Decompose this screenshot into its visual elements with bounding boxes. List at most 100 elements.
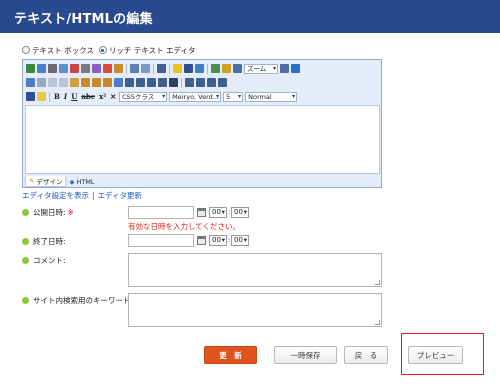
- flash-icon[interactable]: [233, 64, 242, 73]
- spellcheck-icon[interactable]: [59, 64, 68, 73]
- editor-mode-group: テキスト ボックス リッチ テキスト エディタ: [22, 44, 200, 56]
- justify-icon[interactable]: [158, 78, 167, 87]
- back-button[interactable]: 戻 る: [344, 346, 388, 364]
- toolbar-separator: [153, 63, 154, 74]
- highlight-color-icon[interactable]: [37, 92, 46, 101]
- toolbar-separator: [49, 91, 50, 102]
- outdent-icon[interactable]: [185, 78, 194, 87]
- paste-icon[interactable]: [70, 78, 79, 87]
- publish-hour-select[interactable]: 00: [209, 207, 227, 218]
- end-date-label-row: 終了日時:: [22, 236, 66, 247]
- tab-design[interactable]: ✎ デザイン: [25, 176, 67, 187]
- redo-icon[interactable]: [141, 64, 150, 73]
- font-color-icon[interactable]: [26, 92, 35, 101]
- page-title: テキスト/HTMLの編集: [14, 12, 153, 27]
- temp-save-button[interactable]: 一時保存: [274, 346, 337, 364]
- table-icon[interactable]: [157, 64, 166, 73]
- search-icon[interactable]: [26, 64, 35, 73]
- block-format-dropdown[interactable]: Normal: [245, 91, 298, 102]
- toolbar-separator: [207, 63, 208, 74]
- indent-icon[interactable]: [196, 78, 205, 87]
- dialog-title-bar: テキスト/HTMLの編集: [0, 0, 500, 33]
- italic-icon[interactable]: I: [64, 92, 67, 101]
- calendar-icon[interactable]: [197, 208, 206, 217]
- richtext-mode-radio[interactable]: [98, 46, 107, 54]
- underline-icon[interactable]: U: [71, 92, 77, 101]
- toolbar-row-1: ズーム: [25, 62, 301, 75]
- publish-date-label-row: 公開日時: ※: [22, 207, 74, 218]
- rich-text-editor: ズーム B I U abc x² ✕ CSSクラス Meiryo, Ve: [22, 59, 382, 188]
- time-separator: :: [228, 208, 231, 216]
- paste-word-icon[interactable]: [81, 78, 90, 87]
- align-left-icon[interactable]: [125, 78, 134, 87]
- help-icon[interactable]: [291, 64, 300, 73]
- tab-html[interactable]: ◆ HTML: [66, 176, 97, 187]
- cut-icon[interactable]: [48, 78, 57, 87]
- keywords-label-row: サイト内検索用のキーワード:: [22, 295, 133, 306]
- textbox-mode-radio[interactable]: [22, 46, 30, 54]
- align-center-icon[interactable]: [136, 78, 145, 87]
- end-minute-select[interactable]: 00: [231, 235, 249, 246]
- special-char-icon[interactable]: [184, 64, 193, 73]
- toolbar-separator: [126, 63, 127, 74]
- image-manager-icon[interactable]: [222, 64, 231, 73]
- undo-icon[interactable]: [26, 78, 35, 87]
- publish-minute-select[interactable]: 00: [231, 207, 249, 218]
- format-stripper-icon[interactable]: [195, 64, 204, 73]
- refresh-editor-link[interactable]: エディタ更新: [98, 191, 142, 200]
- toolbar-separator: [181, 77, 182, 88]
- superscript-icon[interactable]: x²: [99, 92, 106, 101]
- comment-label: コメント:: [33, 256, 66, 265]
- strikethrough-icon[interactable]: abc: [81, 92, 95, 101]
- align-right-icon[interactable]: [147, 78, 156, 87]
- align-none-icon[interactable]: [169, 78, 178, 87]
- print-icon[interactable]: [48, 64, 57, 73]
- paste-plain-icon[interactable]: [92, 78, 101, 87]
- richtext-mode-label: リッチ テキスト エディタ: [108, 45, 196, 55]
- tab-html-label: HTML: [76, 177, 95, 186]
- font-size-dropdown[interactable]: 5: [223, 91, 244, 102]
- find-icon[interactable]: [114, 78, 123, 87]
- bullet-list-icon[interactable]: [218, 78, 227, 87]
- pencil-icon: ✎: [29, 177, 35, 185]
- find-replace-icon[interactable]: [37, 64, 46, 73]
- show-editor-settings-link[interactable]: エディタ設定を表示: [22, 191, 89, 200]
- editor-links: エディタ設定を表示 | エディタ更新: [22, 190, 142, 201]
- undo-icon[interactable]: [130, 64, 139, 73]
- numbered-list-icon[interactable]: [207, 78, 216, 87]
- update-button[interactable]: 更 新: [204, 346, 257, 364]
- keywords-label: サイト内検索用のキーワード:: [33, 296, 134, 305]
- clock-icon[interactable]: [81, 64, 90, 73]
- editor-mode-tabs: ✎ デザイン ◆ HTML: [25, 176, 98, 187]
- field-bullet-icon: [22, 297, 29, 304]
- field-bullet-icon: [22, 238, 29, 245]
- paste-icon[interactable]: [92, 64, 101, 73]
- comment-textarea[interactable]: [128, 253, 382, 287]
- end-hour-select[interactable]: 00: [209, 235, 227, 246]
- keywords-textarea[interactable]: [128, 293, 382, 327]
- font-family-dropdown[interactable]: Meiryo, Verd...: [169, 91, 222, 102]
- spell-abc-icon[interactable]: [211, 64, 220, 73]
- required-mark: ※: [67, 208, 74, 217]
- paste-html-icon[interactable]: [103, 78, 112, 87]
- fullscreen-icon[interactable]: [280, 64, 289, 73]
- copy-icon[interactable]: [59, 78, 68, 87]
- bold-icon[interactable]: B: [54, 92, 60, 101]
- end-date-input[interactable]: [128, 234, 194, 247]
- remove-format-icon[interactable]: ✕: [110, 92, 116, 101]
- paste-word-icon[interactable]: [114, 64, 123, 73]
- publish-date-label: 公開日時:: [33, 208, 66, 217]
- zoom-dropdown[interactable]: ズーム: [244, 63, 278, 74]
- field-bullet-icon: [22, 257, 29, 264]
- code-icon: ◆: [69, 177, 75, 186]
- link-divider: |: [91, 191, 95, 200]
- no-entry-icon[interactable]: [70, 64, 79, 73]
- calendar-icon[interactable]: [197, 236, 206, 245]
- publish-date-input[interactable]: [128, 206, 194, 219]
- preview-highlight-box: [401, 333, 484, 375]
- css-class-dropdown[interactable]: CSSクラス: [119, 91, 168, 102]
- paste-text-icon[interactable]: [103, 64, 112, 73]
- editor-content-area[interactable]: [25, 105, 380, 174]
- redo-icon[interactable]: [37, 78, 46, 87]
- emoji-icon[interactable]: [173, 64, 182, 73]
